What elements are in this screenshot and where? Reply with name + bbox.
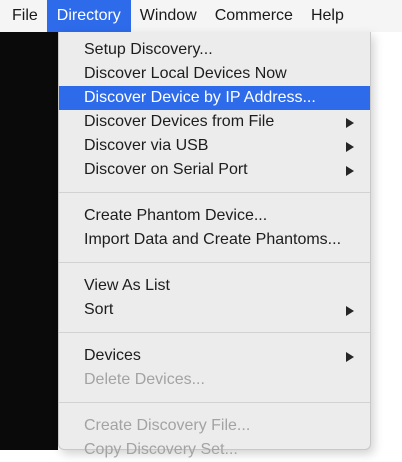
submenu-arrow-icon xyxy=(346,352,354,362)
menu-bar: File Directory Window Commerce Help xyxy=(0,0,402,32)
menu-item-discover-serial-port[interactable]: Discover on Serial Port xyxy=(59,158,370,182)
menu-item-setup-discovery[interactable]: Setup Discovery... xyxy=(59,38,370,62)
menu-item-label: Discover Local Devices Now xyxy=(84,65,287,82)
menu-item-label: View As List xyxy=(84,277,170,294)
menu-item-view-as-list[interactable]: View As List xyxy=(59,274,370,298)
background-window xyxy=(0,32,58,450)
menu-file[interactable]: File xyxy=(0,0,47,32)
menu-item-label: Import Data and Create Phantoms... xyxy=(84,231,342,248)
menu-item-label: Discover Device by IP Address... xyxy=(84,89,316,106)
submenu-arrow-icon xyxy=(346,306,354,316)
menu-item-label: Discover Devices from File xyxy=(84,113,275,130)
menu-item-discover-via-usb[interactable]: Discover via USB xyxy=(59,134,370,158)
menu-separator xyxy=(59,402,370,403)
menu-item-create-discovery-file: Create Discovery File... xyxy=(59,414,370,438)
menu-item-delete-devices: Delete Devices... xyxy=(59,368,370,392)
menu-commerce[interactable]: Commerce xyxy=(206,0,302,32)
submenu-arrow-icon xyxy=(346,142,354,152)
menu-item-create-phantom-device[interactable]: Create Phantom Device... xyxy=(59,204,370,228)
directory-menu: Setup Discovery... Discover Local Device… xyxy=(58,32,371,458)
menu-separator xyxy=(59,332,370,333)
menu-item-discover-from-file[interactable]: Discover Devices from File xyxy=(59,110,370,134)
menu-item-discover-local-devices[interactable]: Discover Local Devices Now xyxy=(59,62,370,86)
menu-separator xyxy=(59,192,370,193)
menu-item-label: Sort xyxy=(84,301,114,318)
menu-item-discover-by-ip[interactable]: Discover Device by IP Address... xyxy=(59,86,370,110)
menu-item-label: Devices xyxy=(84,347,141,364)
menu-item-import-data-create-phantoms[interactable]: Import Data and Create Phantoms... xyxy=(59,228,370,252)
menu-help[interactable]: Help xyxy=(302,0,353,32)
menu-item-label: Discover on Serial Port xyxy=(84,161,248,178)
menu-item-label: Discover via USB xyxy=(84,137,209,154)
menu-item-sort[interactable]: Sort xyxy=(59,298,370,322)
menu-item-label: Delete Devices... xyxy=(84,371,205,388)
menu-item-label: Setup Discovery... xyxy=(84,41,213,58)
submenu-arrow-icon xyxy=(346,166,354,176)
menu-window[interactable]: Window xyxy=(131,0,206,32)
menu-item-label: Create Discovery File... xyxy=(84,417,251,434)
menu-item-copy-discovery-set: Copy Discovery Set... xyxy=(59,438,370,462)
menu-directory[interactable]: Directory xyxy=(46,0,131,32)
menu-separator xyxy=(59,262,370,263)
menu-item-devices[interactable]: Devices xyxy=(59,344,370,368)
menu-item-label: Create Phantom Device... xyxy=(84,207,268,224)
submenu-arrow-icon xyxy=(346,118,354,128)
